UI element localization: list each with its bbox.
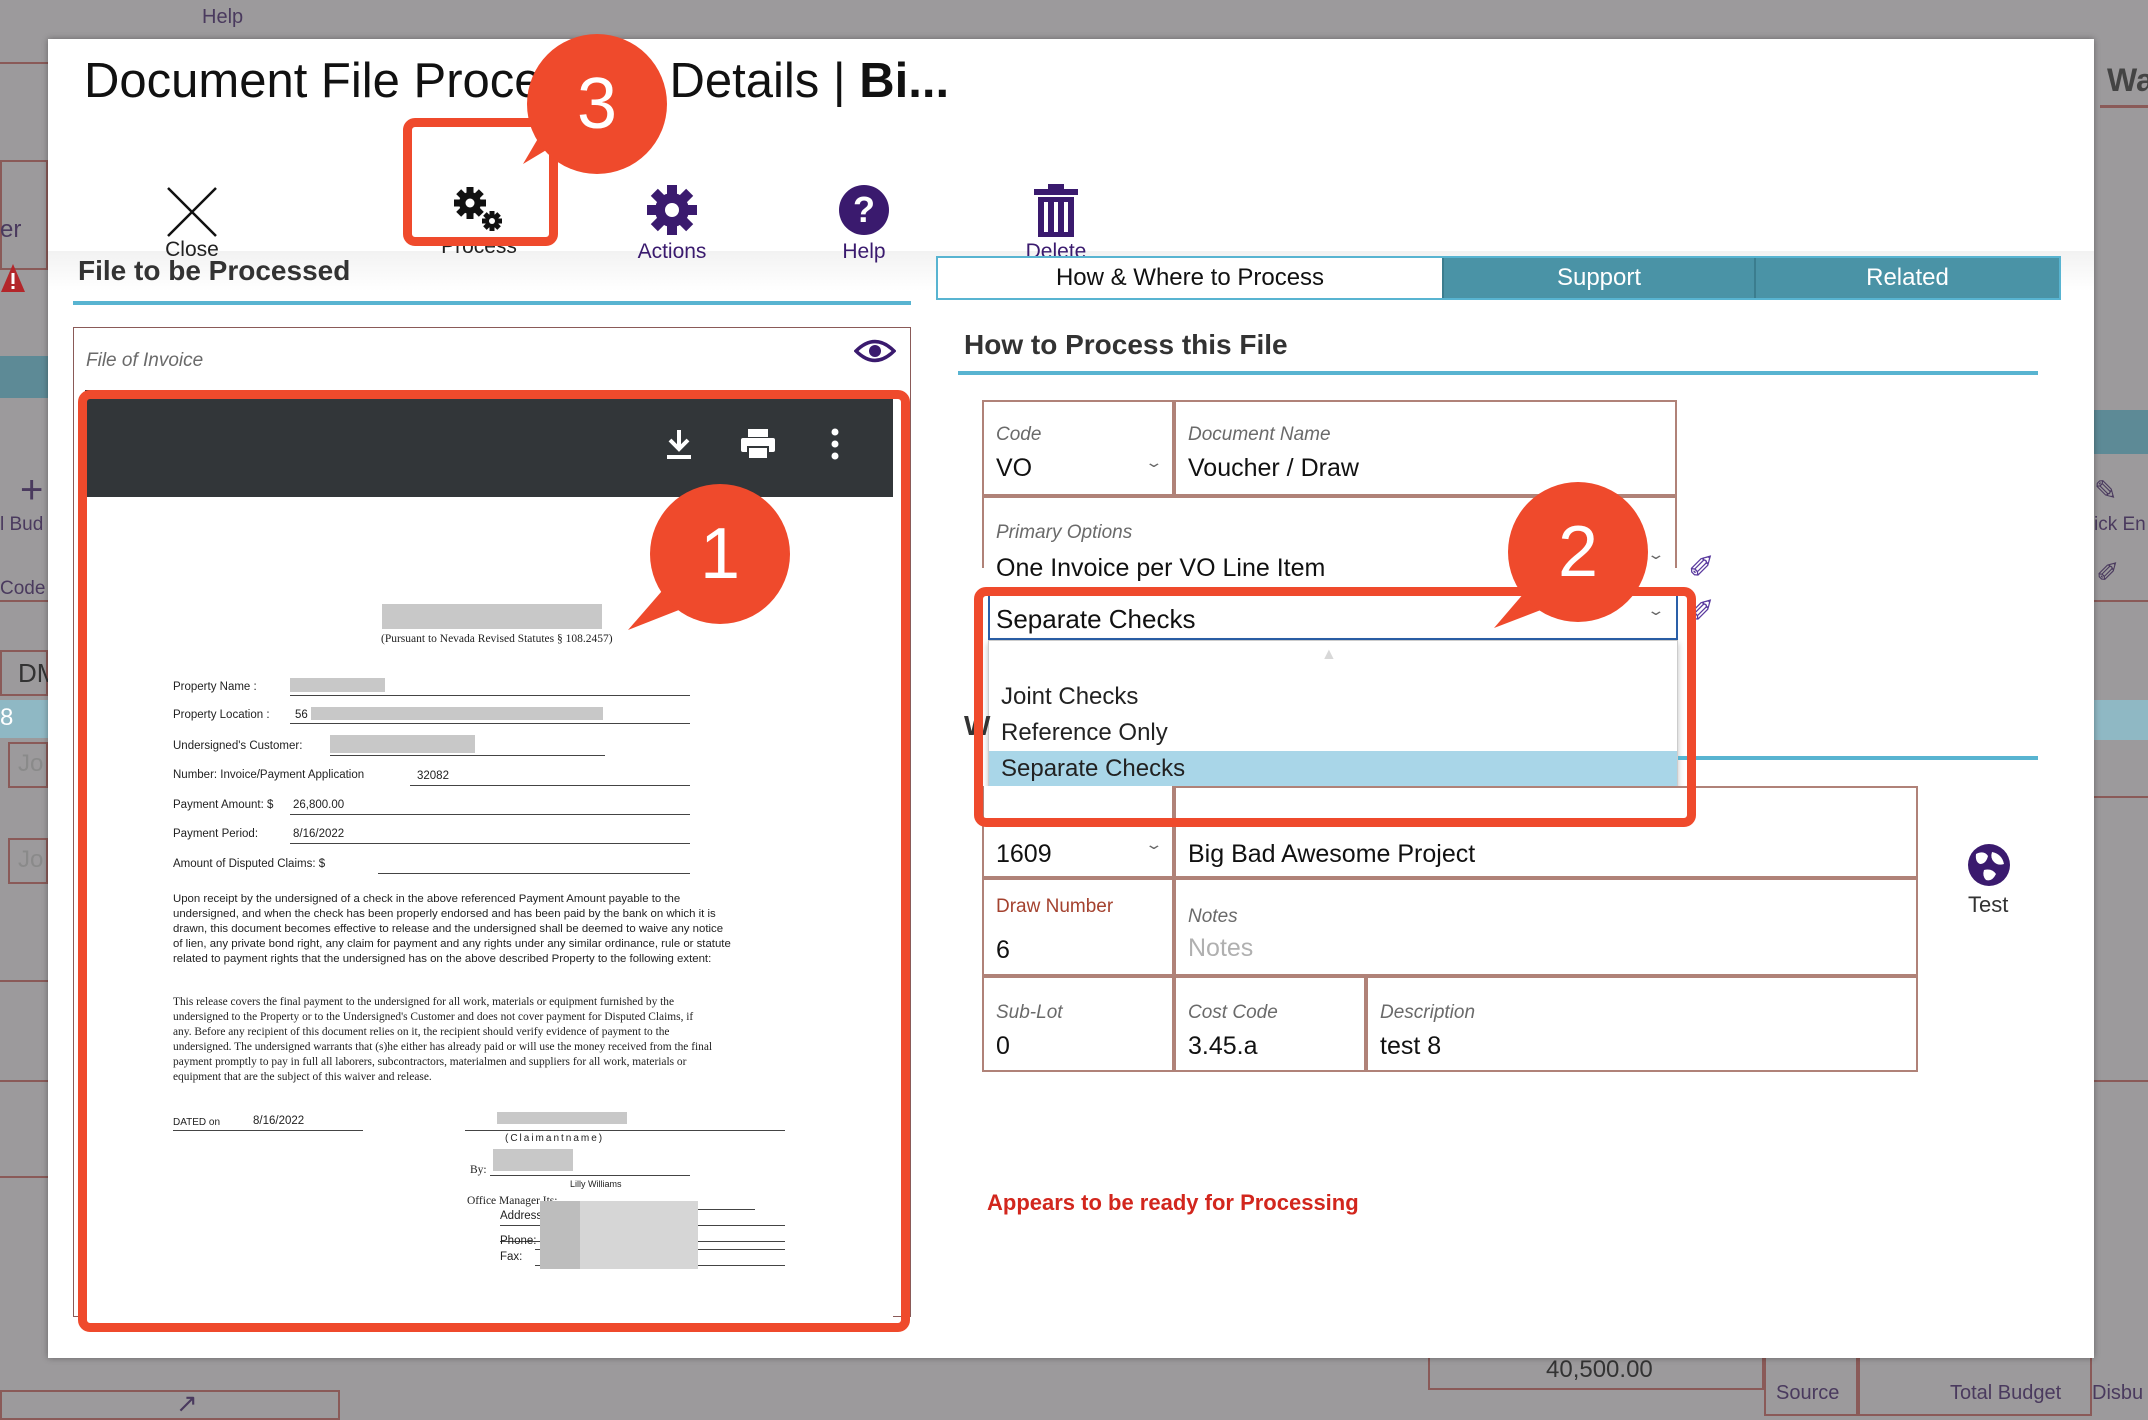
description-field[interactable]: Description test 8 bbox=[1366, 976, 1918, 1072]
process-tabs: How & Where to Process Support Related bbox=[936, 256, 2061, 300]
bg-edit-icon: ✎ bbox=[2094, 475, 2118, 506]
gear-icon bbox=[647, 185, 697, 235]
callout-3-number: 3 bbox=[527, 34, 667, 174]
bg-amount: 40,500.00 bbox=[1546, 1356, 1653, 1383]
primary-options-value: One Invoice per VO Line Item bbox=[996, 554, 1326, 582]
file-section-rule bbox=[73, 301, 911, 305]
chevron-down-icon: ⌄ bbox=[1144, 454, 1164, 470]
cost-code-field[interactable]: Cost Code 3.45.a bbox=[1174, 976, 1366, 1072]
notes-label: Notes bbox=[1188, 906, 1238, 927]
description-label: Description bbox=[1380, 1002, 1476, 1023]
bg-rule bbox=[2094, 600, 2148, 602]
primary-options-label: Primary Options bbox=[996, 522, 1133, 543]
help-button[interactable]: ? Help bbox=[789, 142, 939, 270]
tab-how-where[interactable]: How & Where to Process bbox=[938, 258, 1442, 298]
code-select[interactable]: Code VO ⌄ bbox=[982, 400, 1174, 496]
docname-label: Document Name bbox=[1188, 424, 1331, 445]
bg-rule bbox=[2100, 105, 2148, 108]
project-value: 1609 bbox=[996, 840, 1052, 868]
callout-1-number: 1 bbox=[650, 484, 790, 624]
project-name-value: Big Bad Awesome Project bbox=[1188, 840, 1476, 868]
svg-text:?: ? bbox=[853, 189, 875, 230]
bg-arrow-icon: ↗ bbox=[176, 1388, 198, 1418]
bg-left-label: er bbox=[0, 216, 22, 243]
tab-support[interactable]: Support bbox=[1442, 258, 1754, 298]
callout-1: 1 bbox=[628, 484, 790, 630]
bg-left-label: Jo bbox=[18, 846, 44, 873]
bg-rule bbox=[0, 1176, 48, 1178]
where-section-rule bbox=[1678, 756, 2038, 760]
globe-icon[interactable] bbox=[1966, 842, 2012, 888]
callout-2: 2 bbox=[1494, 482, 1648, 628]
bg-left-label: l Bud bbox=[0, 514, 44, 535]
help-label: Help bbox=[842, 240, 886, 263]
edit-pen-icon[interactable]: ✐ bbox=[1688, 548, 1715, 586]
sub-lot-field[interactable]: Sub-Lot 0 bbox=[982, 976, 1174, 1072]
description-value: test 8 bbox=[1380, 1032, 1442, 1060]
bg-add-icon: + bbox=[20, 468, 44, 512]
processing-status: Appears to be ready for Processing bbox=[987, 1190, 1359, 1215]
sub-lot-value: 0 bbox=[996, 1032, 1010, 1060]
bg-rule bbox=[0, 600, 48, 602]
bg-rule bbox=[0, 1080, 48, 1082]
bg-rule bbox=[2094, 1080, 2148, 1082]
bg-band bbox=[2094, 700, 2148, 740]
draw-number-value: 6 bbox=[996, 936, 1010, 964]
close-button[interactable]: Close bbox=[117, 142, 267, 270]
cost-code-label: Cost Code bbox=[1188, 1002, 1278, 1023]
actions-label: Actions bbox=[637, 240, 707, 263]
close-icon bbox=[167, 187, 217, 237]
bg-pen-icon: ✐ bbox=[2096, 557, 2120, 588]
help-icon: ? bbox=[839, 185, 889, 235]
bg-band bbox=[0, 356, 48, 398]
sub-lot-label: Sub-Lot bbox=[996, 1002, 1063, 1023]
code-label: Code bbox=[996, 424, 1042, 445]
bg-help-label: Help bbox=[202, 6, 244, 28]
test-label: Test bbox=[1968, 892, 2009, 917]
bg-left-label: Jo bbox=[18, 750, 44, 777]
trash-icon bbox=[1034, 184, 1078, 237]
eye-icon[interactable] bbox=[854, 338, 896, 364]
bg-col-budget: Total Budget bbox=[1950, 1382, 2062, 1404]
file-card-label: File of Invoice bbox=[86, 350, 204, 371]
bg-box bbox=[0, 160, 48, 270]
notes-field[interactable]: Notes Notes bbox=[1174, 878, 1918, 976]
bg-col-disb: Disbu bbox=[2092, 1382, 2144, 1404]
delete-button[interactable]: Delete bbox=[981, 142, 1131, 270]
bg-rule bbox=[0, 980, 48, 982]
bg-rule bbox=[0, 62, 48, 64]
bg-right-label: ick En bbox=[2094, 514, 2146, 535]
code-value: VO bbox=[996, 454, 1033, 482]
bg-col-source: Source bbox=[1776, 1382, 1840, 1404]
file-section-title: File to be Processed bbox=[78, 255, 351, 286]
process-section-rule bbox=[958, 371, 2038, 375]
bg-left-label: Code bbox=[0, 578, 46, 599]
warning-icon bbox=[0, 262, 26, 294]
cost-code-value: 3.45.a bbox=[1188, 1032, 1258, 1060]
notes-placeholder: Notes bbox=[1188, 934, 1254, 962]
callout-2-number: 2 bbox=[1508, 482, 1648, 622]
bg-band bbox=[2094, 410, 2148, 454]
bg-rule bbox=[2094, 796, 2148, 798]
tab-related[interactable]: Related bbox=[1754, 258, 2059, 298]
docname-value: Voucher / Draw bbox=[1188, 454, 1359, 482]
draw-number-label: Draw Number bbox=[996, 896, 1114, 917]
bg-left-label: 8 bbox=[0, 704, 14, 731]
process-section-title: How to Process this File bbox=[964, 329, 1288, 360]
chevron-down-icon: ⌄ bbox=[1144, 836, 1164, 852]
callout-3: 3 bbox=[523, 34, 667, 174]
draw-number-field[interactable]: Draw Number 6 bbox=[982, 878, 1174, 976]
bg-right-header: Wa bbox=[2107, 62, 2148, 98]
